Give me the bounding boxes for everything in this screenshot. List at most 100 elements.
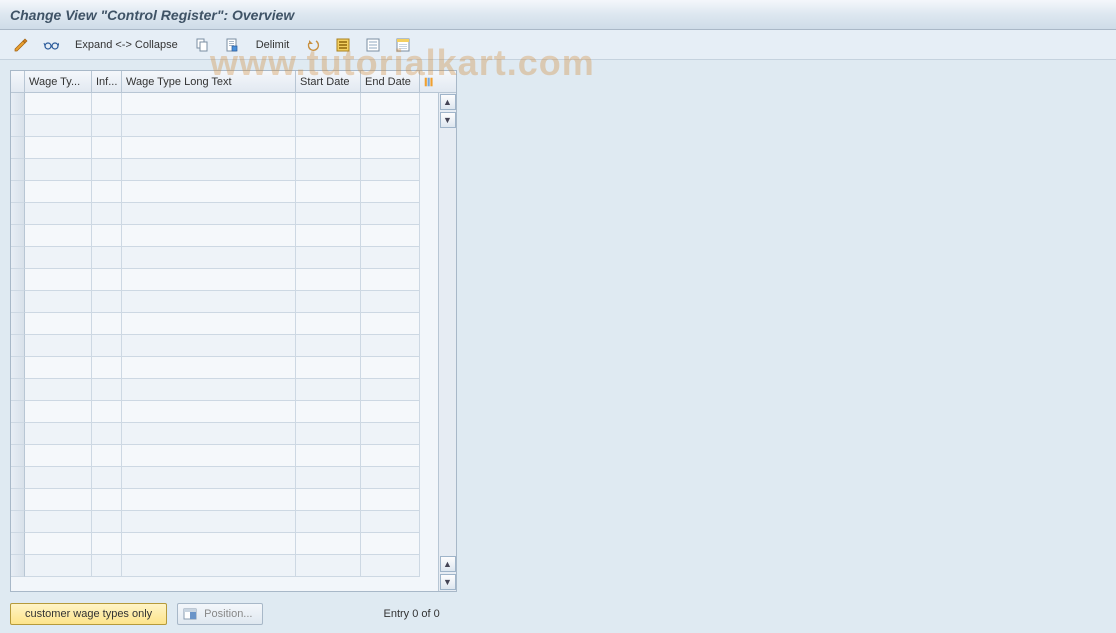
- cell-end-date[interactable]: [361, 269, 420, 291]
- cell-long-text[interactable]: [122, 489, 296, 511]
- cell-end-date[interactable]: [361, 555, 420, 577]
- other-view-icon-button[interactable]: [38, 35, 64, 55]
- cell-start-date[interactable]: [296, 203, 361, 225]
- table-row[interactable]: [11, 533, 438, 555]
- row-selector-header[interactable]: [11, 71, 25, 92]
- cell-start-date[interactable]: [296, 181, 361, 203]
- cell-wage-type[interactable]: [25, 181, 92, 203]
- cell-wage-type[interactable]: [25, 159, 92, 181]
- table-row[interactable]: [11, 555, 438, 577]
- cell-long-text[interactable]: [122, 269, 296, 291]
- customer-wage-types-button[interactable]: customer wage types only: [10, 603, 167, 625]
- cell-infotype[interactable]: [92, 159, 122, 181]
- cell-end-date[interactable]: [361, 203, 420, 225]
- cell-infotype[interactable]: [92, 555, 122, 577]
- cell-start-date[interactable]: [296, 225, 361, 247]
- cell-long-text[interactable]: [122, 247, 296, 269]
- row-selector[interactable]: [11, 93, 25, 115]
- cell-infotype[interactable]: [92, 489, 122, 511]
- row-selector[interactable]: [11, 423, 25, 445]
- row-selector[interactable]: [11, 379, 25, 401]
- cell-wage-type[interactable]: [25, 423, 92, 445]
- cell-infotype[interactable]: [92, 137, 122, 159]
- cell-start-date[interactable]: [296, 335, 361, 357]
- cell-wage-type[interactable]: [25, 291, 92, 313]
- cell-end-date[interactable]: [361, 379, 420, 401]
- cell-start-date[interactable]: [296, 313, 361, 335]
- table-row[interactable]: [11, 423, 438, 445]
- cell-long-text[interactable]: [122, 511, 296, 533]
- cell-long-text[interactable]: [122, 533, 296, 555]
- col-start-date[interactable]: Start Date: [296, 71, 361, 92]
- table-row[interactable]: [11, 181, 438, 203]
- cell-wage-type[interactable]: [25, 379, 92, 401]
- select-all-icon-button[interactable]: [330, 35, 356, 55]
- table-row[interactable]: [11, 291, 438, 313]
- cell-wage-type[interactable]: [25, 313, 92, 335]
- cell-start-date[interactable]: [296, 533, 361, 555]
- table-row[interactable]: [11, 269, 438, 291]
- table-row[interactable]: [11, 445, 438, 467]
- cell-wage-type[interactable]: [25, 511, 92, 533]
- cell-end-date[interactable]: [361, 357, 420, 379]
- cell-infotype[interactable]: [92, 335, 122, 357]
- cell-end-date[interactable]: [361, 225, 420, 247]
- cell-infotype[interactable]: [92, 445, 122, 467]
- row-selector[interactable]: [11, 269, 25, 291]
- cell-end-date[interactable]: [361, 313, 420, 335]
- cell-long-text[interactable]: [122, 203, 296, 225]
- cell-wage-type[interactable]: [25, 93, 92, 115]
- row-selector[interactable]: [11, 555, 25, 577]
- scroll-down-bottom-button[interactable]: ▼: [440, 574, 456, 590]
- cell-start-date[interactable]: [296, 115, 361, 137]
- cell-wage-type[interactable]: [25, 137, 92, 159]
- table-row[interactable]: [11, 225, 438, 247]
- cell-start-date[interactable]: [296, 93, 361, 115]
- copy-icon-button[interactable]: [189, 35, 215, 55]
- cell-long-text[interactable]: [122, 137, 296, 159]
- cell-long-text[interactable]: [122, 555, 296, 577]
- table-row[interactable]: [11, 511, 438, 533]
- cell-start-date[interactable]: [296, 379, 361, 401]
- scroll-track[interactable]: [439, 129, 456, 555]
- cell-long-text[interactable]: [122, 291, 296, 313]
- cell-start-date[interactable]: [296, 555, 361, 577]
- position-button[interactable]: Position...: [177, 603, 263, 625]
- undo-icon-button[interactable]: [300, 35, 326, 55]
- cell-infotype[interactable]: [92, 225, 122, 247]
- cell-infotype[interactable]: [92, 115, 122, 137]
- cell-long-text[interactable]: [122, 467, 296, 489]
- cell-end-date[interactable]: [361, 159, 420, 181]
- cell-wage-type[interactable]: [25, 555, 92, 577]
- cell-start-date[interactable]: [296, 291, 361, 313]
- cell-long-text[interactable]: [122, 225, 296, 247]
- cell-wage-type[interactable]: [25, 247, 92, 269]
- cell-end-date[interactable]: [361, 291, 420, 313]
- row-selector[interactable]: [11, 181, 25, 203]
- cell-start-date[interactable]: [296, 159, 361, 181]
- table-row[interactable]: [11, 313, 438, 335]
- cell-start-date[interactable]: [296, 137, 361, 159]
- cell-start-date[interactable]: [296, 423, 361, 445]
- row-selector[interactable]: [11, 203, 25, 225]
- cell-wage-type[interactable]: [25, 225, 92, 247]
- cell-infotype[interactable]: [92, 93, 122, 115]
- row-selector[interactable]: [11, 511, 25, 533]
- cell-infotype[interactable]: [92, 181, 122, 203]
- expand-collapse-button[interactable]: Expand <-> Collapse: [68, 35, 185, 55]
- col-long-text[interactable]: Wage Type Long Text: [122, 71, 296, 92]
- cell-end-date[interactable]: [361, 423, 420, 445]
- cell-end-date[interactable]: [361, 511, 420, 533]
- cell-wage-type[interactable]: [25, 489, 92, 511]
- row-selector[interactable]: [11, 357, 25, 379]
- row-selector[interactable]: [11, 533, 25, 555]
- table-row[interactable]: [11, 159, 438, 181]
- cell-end-date[interactable]: [361, 489, 420, 511]
- cell-start-date[interactable]: [296, 357, 361, 379]
- cell-long-text[interactable]: [122, 93, 296, 115]
- table-row[interactable]: [11, 247, 438, 269]
- cell-long-text[interactable]: [122, 115, 296, 137]
- cell-long-text[interactable]: [122, 159, 296, 181]
- cell-start-date[interactable]: [296, 489, 361, 511]
- deselect-all-icon-button[interactable]: [360, 35, 386, 55]
